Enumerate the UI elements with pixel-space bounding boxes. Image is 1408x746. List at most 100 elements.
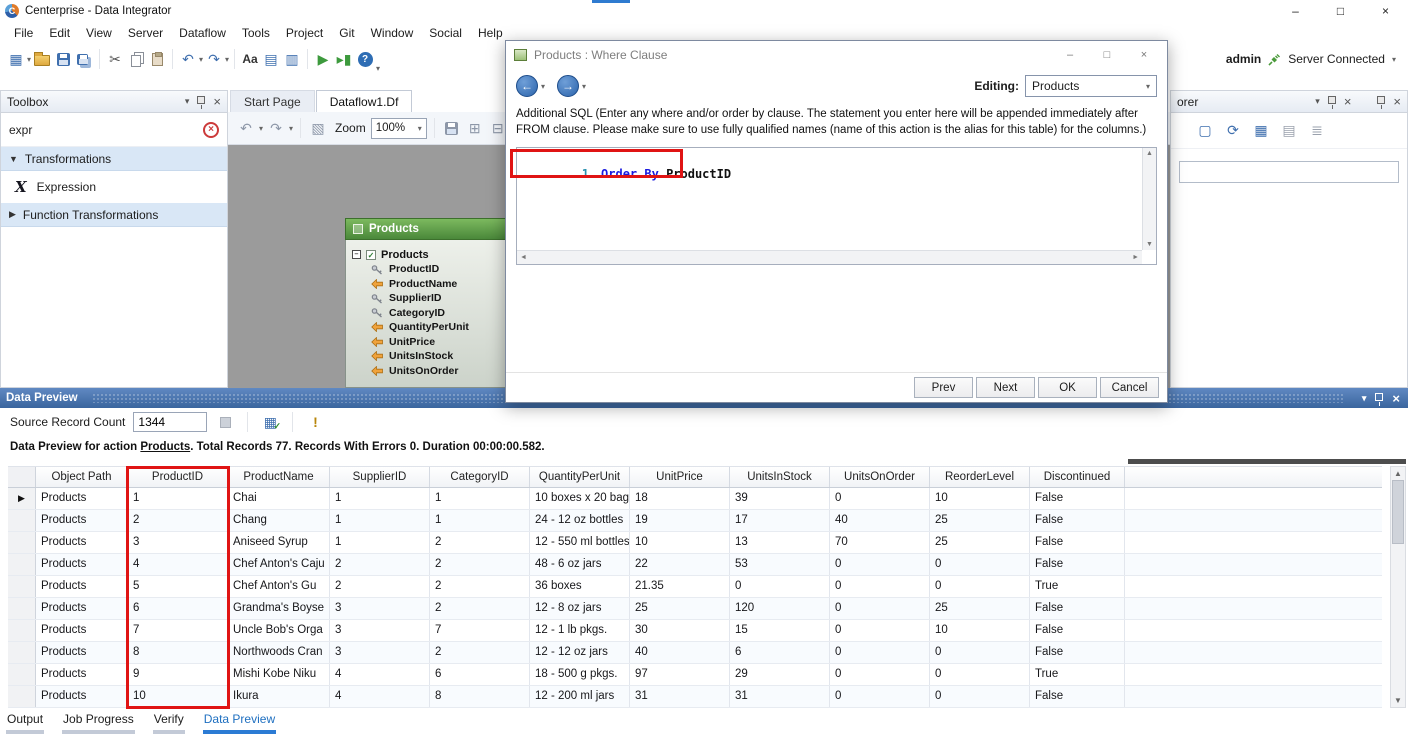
chevron-down-icon[interactable]: ▾ [185,96,190,107]
node-field[interactable]: CategoryID [371,306,509,321]
clear-search-icon[interactable]: × [203,122,219,138]
table-row[interactable]: ▶ Products 6 Grandma's Boyse 3 2 12 - 8 … [8,598,1382,620]
toolbox-section-transformations[interactable]: ▼ Transformations [1,147,227,171]
row-selector-cell[interactable]: ▶ [8,576,36,597]
node-field[interactable]: SupplierID [371,291,509,306]
column-header[interactable]: ReorderLevel [930,467,1030,487]
undo-icon[interactable]: ↶ [178,47,198,71]
row-selector-cell[interactable]: ▶ [8,642,36,663]
table-row[interactable]: ▶ Products 2 Chang 1 1 24 - 12 oz bottle… [8,510,1382,532]
document-tab[interactable]: Dataflow1.Df [316,90,413,112]
row-selector-cell[interactable]: ▶ [8,488,36,509]
bottom-tab[interactable]: Job Progress [62,712,135,734]
chevron-down-icon[interactable]: ▾ [1362,393,1367,404]
copy-button[interactable] [126,47,146,71]
errors-button[interactable]: ! [305,410,325,434]
new-icon[interactable]: ▦ [6,47,26,71]
column-header[interactable]: SupplierID [330,467,430,487]
node-checkbox[interactable]: ✓ [366,250,376,260]
new-item-icon[interactable]: ▢ [1195,119,1215,143]
save-button[interactable] [53,47,73,71]
column-header[interactable]: Discontinued [1030,467,1125,487]
grid-vertical-scrollbar[interactable]: ▲ ▼ [1390,466,1406,708]
node-field[interactable]: ProductID [371,262,509,277]
new-dropdown-icon[interactable]: ▾ [27,55,31,64]
scroll-left-icon[interactable]: ◄ [520,254,527,261]
menu-item[interactable]: Dataflow [171,24,234,42]
save-all-button[interactable] [74,47,94,71]
row-selector-cell[interactable]: ▶ [8,686,36,707]
stop-button[interactable] [215,410,235,434]
node-field[interactable]: UnitsInStock [371,349,509,364]
node-field[interactable]: UnitPrice [371,335,509,350]
minimize-button[interactable]: – [1273,0,1318,22]
pin-icon[interactable] [1377,96,1385,104]
menu-item[interactable]: Tools [234,24,278,42]
back-dropdown-icon[interactable]: ▾ [541,82,545,91]
node-field[interactable]: UnitsOnOrder [371,364,509,379]
menu-item[interactable]: Project [278,24,331,42]
column-header[interactable]: UnitsInStock [730,467,830,487]
menu-item[interactable]: Edit [41,24,78,42]
font-format-icon[interactable]: Aa [240,47,260,71]
editor-vertical-scrollbar[interactable]: ▲▼ [1142,148,1156,250]
dialog-button[interactable]: OK [1038,377,1097,398]
tree-view-icon[interactable]: ≣ [1307,119,1327,143]
column-header[interactable]: QuantityPerUnit [530,467,630,487]
scroll-right-icon[interactable]: ► [1132,254,1139,261]
row-selector-cell[interactable]: ▶ [8,554,36,575]
layout-horizontal-icon[interactable]: ⊞ [465,116,485,140]
close-icon[interactable]: × [1392,392,1400,405]
undo-dropdown-icon[interactable]: ▾ [199,55,203,64]
pin-icon[interactable] [197,96,205,104]
zoom-fit-icon[interactable]: ▧ [308,116,328,140]
row-selector-cell[interactable]: ▶ [8,598,36,619]
menu-item[interactable]: Git [331,24,362,42]
help-button[interactable]: ? [355,47,375,71]
menu-item[interactable]: File [6,24,41,42]
pin-icon[interactable] [1375,393,1383,401]
bottom-tab[interactable]: Data Preview [203,712,276,734]
validate-icon[interactable]: ▤ [261,47,281,71]
menu-item[interactable]: Server [120,24,171,42]
redo-icon[interactable]: ↷ [204,47,224,71]
table-row[interactable]: ▶ Products 5 Chef Anton's Gu 2 2 36 boxe… [8,576,1382,598]
scrollbar-thumb[interactable] [1392,480,1404,544]
grid-view-icon[interactable]: ▤ [1279,119,1299,143]
refresh-icon[interactable]: ⟳ [1223,119,1243,143]
maximize-button[interactable]: □ [1318,0,1363,22]
dialog-button[interactable]: Cancel [1100,377,1159,398]
dialog-button[interactable]: Prev [914,377,973,398]
table-row[interactable]: ▶ Products 8 Northwoods Cran 3 2 12 - 12… [8,642,1382,664]
forward-dropdown-icon[interactable]: ▾ [582,82,586,91]
sql-code-editor[interactable]: 1Order By ProductID ▲▼ ◄► [516,147,1157,265]
dialog-button[interactable]: Next [976,377,1035,398]
scroll-down-icon[interactable]: ▼ [1394,696,1402,705]
cut-icon[interactable]: ✂ [105,47,125,71]
redo-icon[interactable]: ↷ [266,116,286,140]
redo-dropdown-icon[interactable]: ▾ [225,55,229,64]
column-header[interactable]: Object Path [36,467,128,487]
toolbox-section-function-transformations[interactable]: ▶ Function Transformations [1,203,227,227]
row-selector-cell[interactable]: ▶ [8,664,36,685]
products-node[interactable]: Products – ✓ Products [345,218,515,388]
redo-dropdown-icon[interactable]: ▾ [289,124,293,133]
column-header[interactable]: CategoryID [430,467,530,487]
source-record-count-input[interactable] [133,412,207,432]
table-row[interactable]: ▶ Products 7 Uncle Bob's Orga 3 7 12 - 1… [8,620,1382,642]
bottom-tab[interactable]: Verify [153,712,185,734]
zoom-select[interactable]: 100% ▾ [371,118,427,139]
save-layout-button[interactable] [442,116,462,140]
dialog-close-button[interactable]: × [1129,44,1159,66]
column-header[interactable]: ProductName [228,467,330,487]
menu-item[interactable]: Social [421,24,470,42]
toolbox-item-expression[interactable]: X Expression [1,171,227,203]
scroll-up-icon[interactable]: ▲ [1394,469,1402,478]
menu-item[interactable]: Window [363,24,422,42]
products-node-header[interactable]: Products [345,218,515,240]
undo-icon[interactable]: ↶ [236,116,256,140]
open-button[interactable] [32,47,52,71]
summary-action-link[interactable]: Products [140,441,190,453]
scroll-up-icon[interactable]: ▲ [1146,150,1153,157]
editor-horizontal-scrollbar[interactable]: ◄► [517,250,1142,264]
